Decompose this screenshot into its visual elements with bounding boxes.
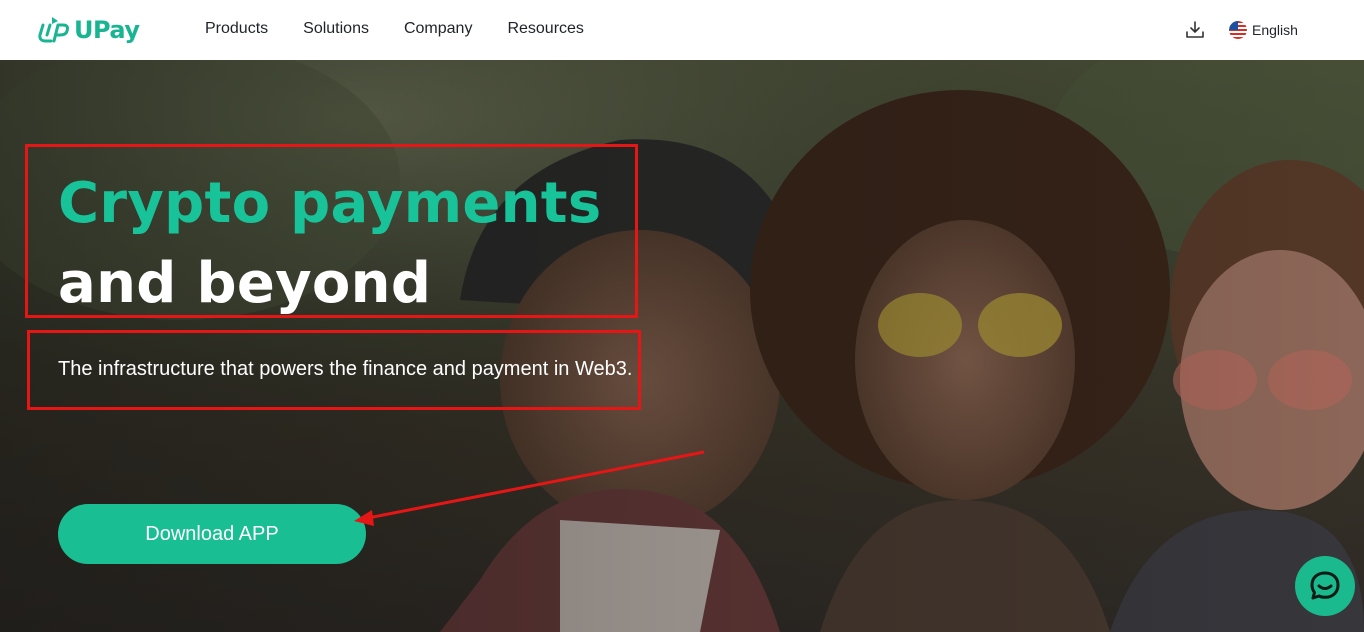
chat-icon — [1310, 571, 1340, 600]
upay-logo[interactable]: UPay — [38, 14, 140, 46]
us-flag-icon — [1229, 21, 1247, 39]
nav-item-products[interactable]: Products — [205, 20, 268, 38]
nav-item-solutions[interactable]: Solutions — [303, 20, 369, 38]
download-icon[interactable] — [1185, 20, 1205, 40]
chat-button[interactable] — [1295, 556, 1355, 616]
language-label: English — [1252, 22, 1298, 38]
nav-item-resources[interactable]: Resources — [507, 20, 583, 38]
annotation-arrow — [354, 450, 705, 526]
brand-name: UPay — [74, 16, 140, 44]
main-nav: Products Solutions Company Resources — [205, 0, 619, 58]
upay-logo-icon — [38, 17, 69, 43]
hero-section: Crypto payments and beyond The infrastru… — [0, 60, 1364, 632]
top-navbar: UPay Products Solutions Company Resource… — [0, 0, 1364, 60]
language-selector[interactable]: English — [1229, 20, 1298, 40]
nav-item-company[interactable]: Company — [404, 20, 472, 38]
